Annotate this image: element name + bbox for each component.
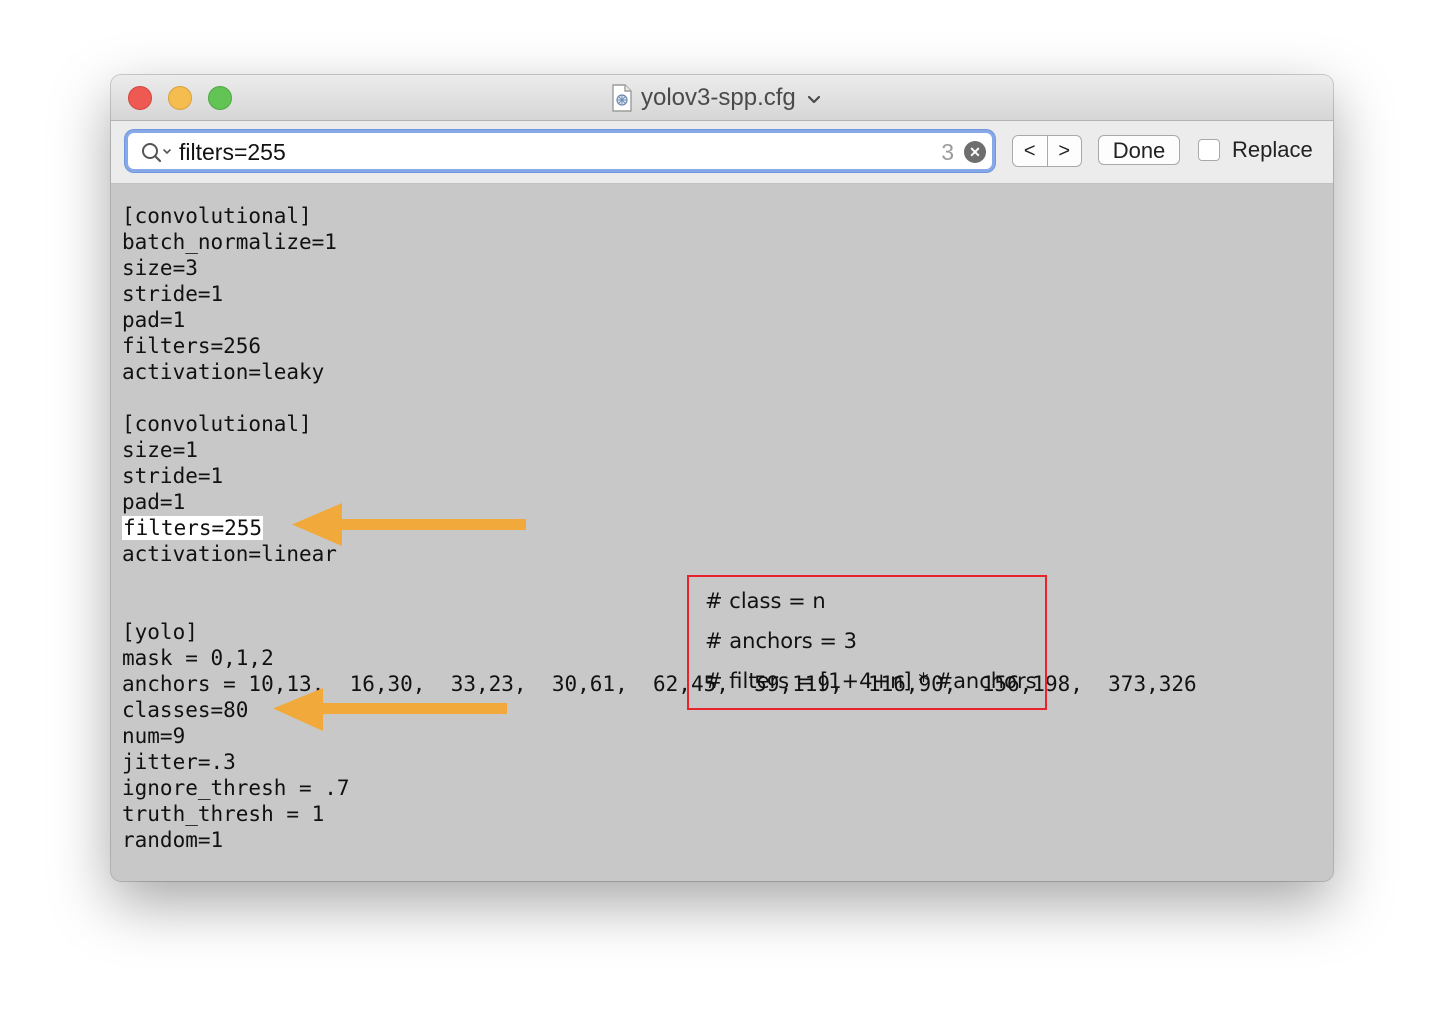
arrow-to-classes bbox=[273, 688, 507, 731]
annotation-arrows bbox=[273, 503, 526, 731]
arrow-to-filters bbox=[292, 503, 526, 546]
